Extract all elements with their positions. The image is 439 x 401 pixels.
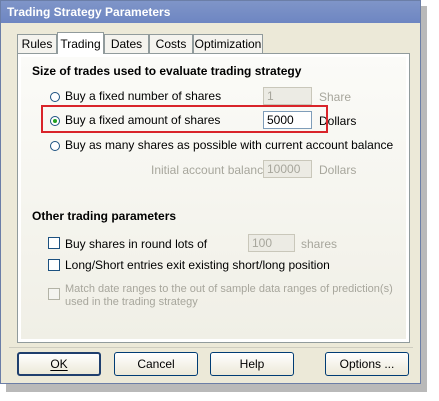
round-lots-label: Buy shares in round lots of — [65, 237, 208, 251]
cancel-button[interactable]: Cancel — [114, 352, 198, 376]
options-button-label: Options ... — [339, 357, 395, 371]
title-bar: Trading Strategy Parameters — [1, 1, 420, 23]
max-shares-label: Buy as many shares as possible with curr… — [65, 138, 394, 152]
ok-button-label: OK — [50, 357, 68, 371]
tab-costs[interactable]: Costs — [149, 34, 193, 53]
tab-dates[interactable]: Dates — [104, 34, 149, 53]
fixed-number-label: Buy a fixed number of shares — [65, 89, 222, 103]
highlight-box — [41, 105, 328, 133]
match-dates-label-line1: Match date ranges to the out of sample d… — [65, 283, 393, 295]
ok-button[interactable]: OK — [17, 352, 101, 376]
round-lots-input[interactable]: 100 — [248, 234, 295, 252]
initial-balance-unit: Dollars — [319, 163, 357, 177]
help-button-label: Help — [239, 357, 265, 371]
radio-fixed-number[interactable] — [50, 92, 60, 102]
match-dates-checkbox[interactable] — [48, 288, 60, 300]
round-lots-unit: shares — [301, 237, 338, 251]
tab-rules[interactable]: Rules — [17, 34, 57, 53]
long-short-label: Long/Short entries exit existing short/l… — [65, 258, 330, 272]
long-short-checkbox[interactable] — [48, 259, 60, 271]
dialog-window: Trading Strategy Parameters Rules Tradin… — [0, 0, 421, 384]
fixed-number-unit: Share — [319, 90, 352, 104]
help-button[interactable]: Help — [210, 352, 294, 376]
window-title: Trading Strategy Parameters — [7, 5, 171, 19]
cancel-button-label: Cancel — [137, 357, 175, 371]
round-lots-checkbox[interactable] — [48, 237, 60, 249]
match-dates-label-line2: used in the trading strategy — [65, 296, 198, 308]
other-section-title: Other trading parameters — [32, 209, 177, 223]
options-button[interactable]: Options ... — [325, 352, 409, 376]
tab-optimization[interactable]: Optimization — [193, 34, 263, 53]
tab-trading[interactable]: Trading — [57, 32, 104, 54]
radio-max-shares[interactable] — [50, 141, 60, 151]
initial-balance-input[interactable]: 10000 — [263, 160, 312, 178]
initial-balance-label: Initial account balance — [151, 163, 270, 177]
fixed-number-input[interactable]: 1 — [263, 87, 312, 105]
size-section-title: Size of trades used to evaluate trading … — [32, 64, 302, 78]
